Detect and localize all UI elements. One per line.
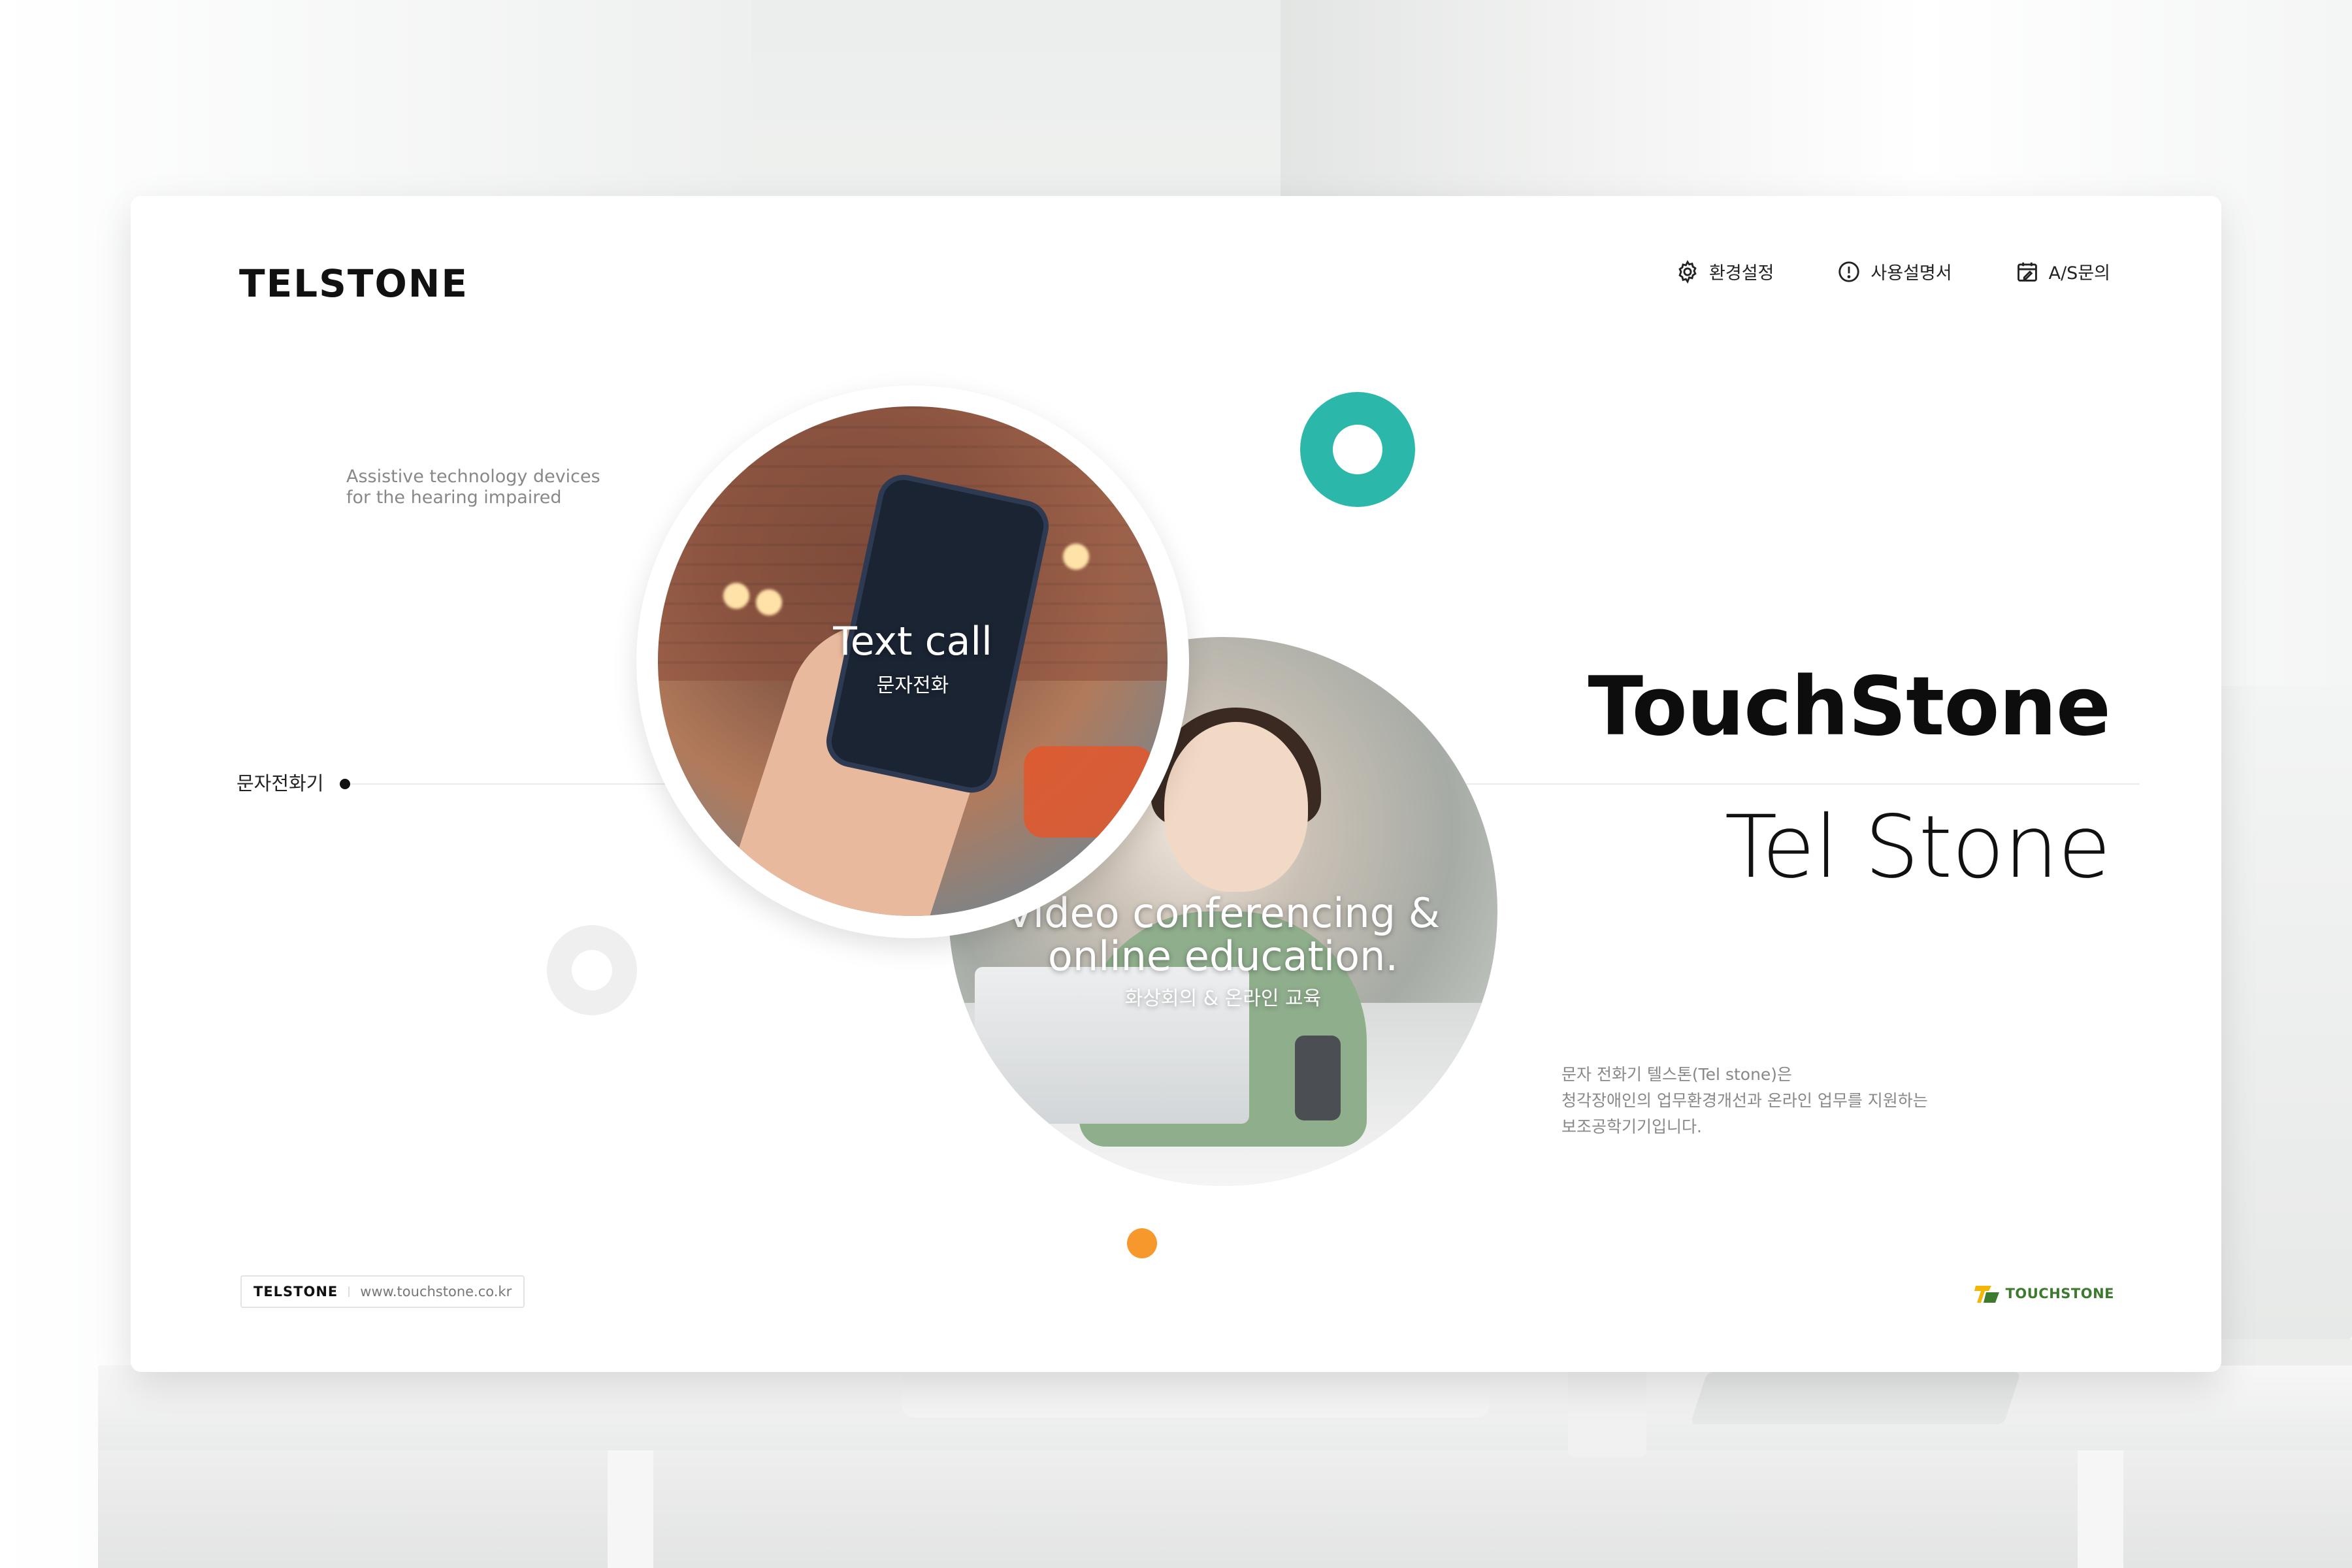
description-line: 문자 전화기 텔스톤(Tel stone)은 [1561, 1065, 1793, 1084]
calendar-edit-icon [2017, 262, 2037, 282]
touchstone-brand-mark[interactable]: TOUCHSTONE [1974, 1283, 2114, 1304]
background-tablet [1690, 1372, 2021, 1424]
side-label: 문자전화기 [237, 772, 324, 794]
footer-separator [348, 1286, 350, 1297]
nav-settings[interactable]: 환경설정 [1675, 259, 1774, 284]
description-line: 보조공학기기입니다. [1561, 1117, 1702, 1136]
background-desk-leg [608, 1450, 653, 1568]
description-line: 청각장애인의 업무환경개선과 온라인 업무를 지원하는 [1561, 1091, 1928, 1110]
info-icon [1838, 261, 1860, 282]
background-stand [1568, 1365, 1646, 1457]
teal-ring-decoration [1300, 392, 1415, 507]
touchstone-logo-icon [1974, 1286, 1999, 1303]
top-navigation: 환경설정 사용설명서 A/S문의 [1675, 259, 2110, 284]
grey-ring-decoration [547, 925, 637, 1015]
orange-dot-decoration [1127, 1228, 1157, 1258]
text-call-card[interactable]: Text call 문자전화 [658, 406, 1168, 916]
photo-bokeh-light [756, 589, 782, 615]
photo-person-face [1164, 722, 1308, 892]
nav-support-label: A/S문의 [2048, 263, 2110, 284]
photo-phone-on-stand [1295, 1036, 1341, 1120]
gear-icon [1678, 259, 1697, 284]
video-subtitle: 화상회의 & 온라인 교육 [1124, 987, 1322, 1010]
landing-page-card: TELSTONE 환경설정 사용설명서 A/S문의 Assistive tech… [131, 196, 2221, 1372]
headline: TouchStone [1588, 660, 2111, 754]
text-call-subtitle: 문자전화 [876, 674, 949, 697]
background-monitor-base [902, 1365, 1490, 1418]
telstone-logo[interactable]: TELSTONE [239, 261, 468, 306]
nav-settings-label: 환경설정 [1709, 263, 1774, 284]
photo-chair [1024, 746, 1154, 838]
tagline: Assistive technology devices for the hea… [346, 466, 600, 508]
footer-site-badge[interactable]: TELSTONE www.touchstone.co.kr [240, 1275, 525, 1308]
nav-manual-label: 사용설명서 [1870, 263, 1952, 284]
subheadline: Tel Stone [1724, 797, 2111, 898]
touchstone-brand-text: TOUCHSTONE [2005, 1286, 2114, 1301]
photo-bokeh-light [1063, 544, 1089, 570]
footer-url-link[interactable]: www.touchstone.co.kr [360, 1284, 512, 1299]
nav-support[interactable]: A/S문의 [2015, 259, 2110, 284]
photo-bokeh-light [723, 583, 749, 609]
background-desk-front [98, 1450, 2352, 1568]
footer-logo: TELSTONE [253, 1284, 338, 1299]
divider-dot-marker [340, 779, 350, 789]
background-desk-leg [2078, 1450, 2123, 1568]
video-title-line: online education. [1047, 932, 1399, 980]
text-call-title: Text call [833, 619, 992, 664]
tagline-line: Assistive technology devices [346, 466, 600, 487]
nav-manual[interactable]: 사용설명서 [1837, 259, 1952, 284]
product-description: 문자 전화기 텔스톤(Tel stone)은 청각장애인의 업무환경개선과 온라… [1561, 1062, 1928, 1140]
tagline-line: for the hearing impaired [346, 487, 562, 508]
